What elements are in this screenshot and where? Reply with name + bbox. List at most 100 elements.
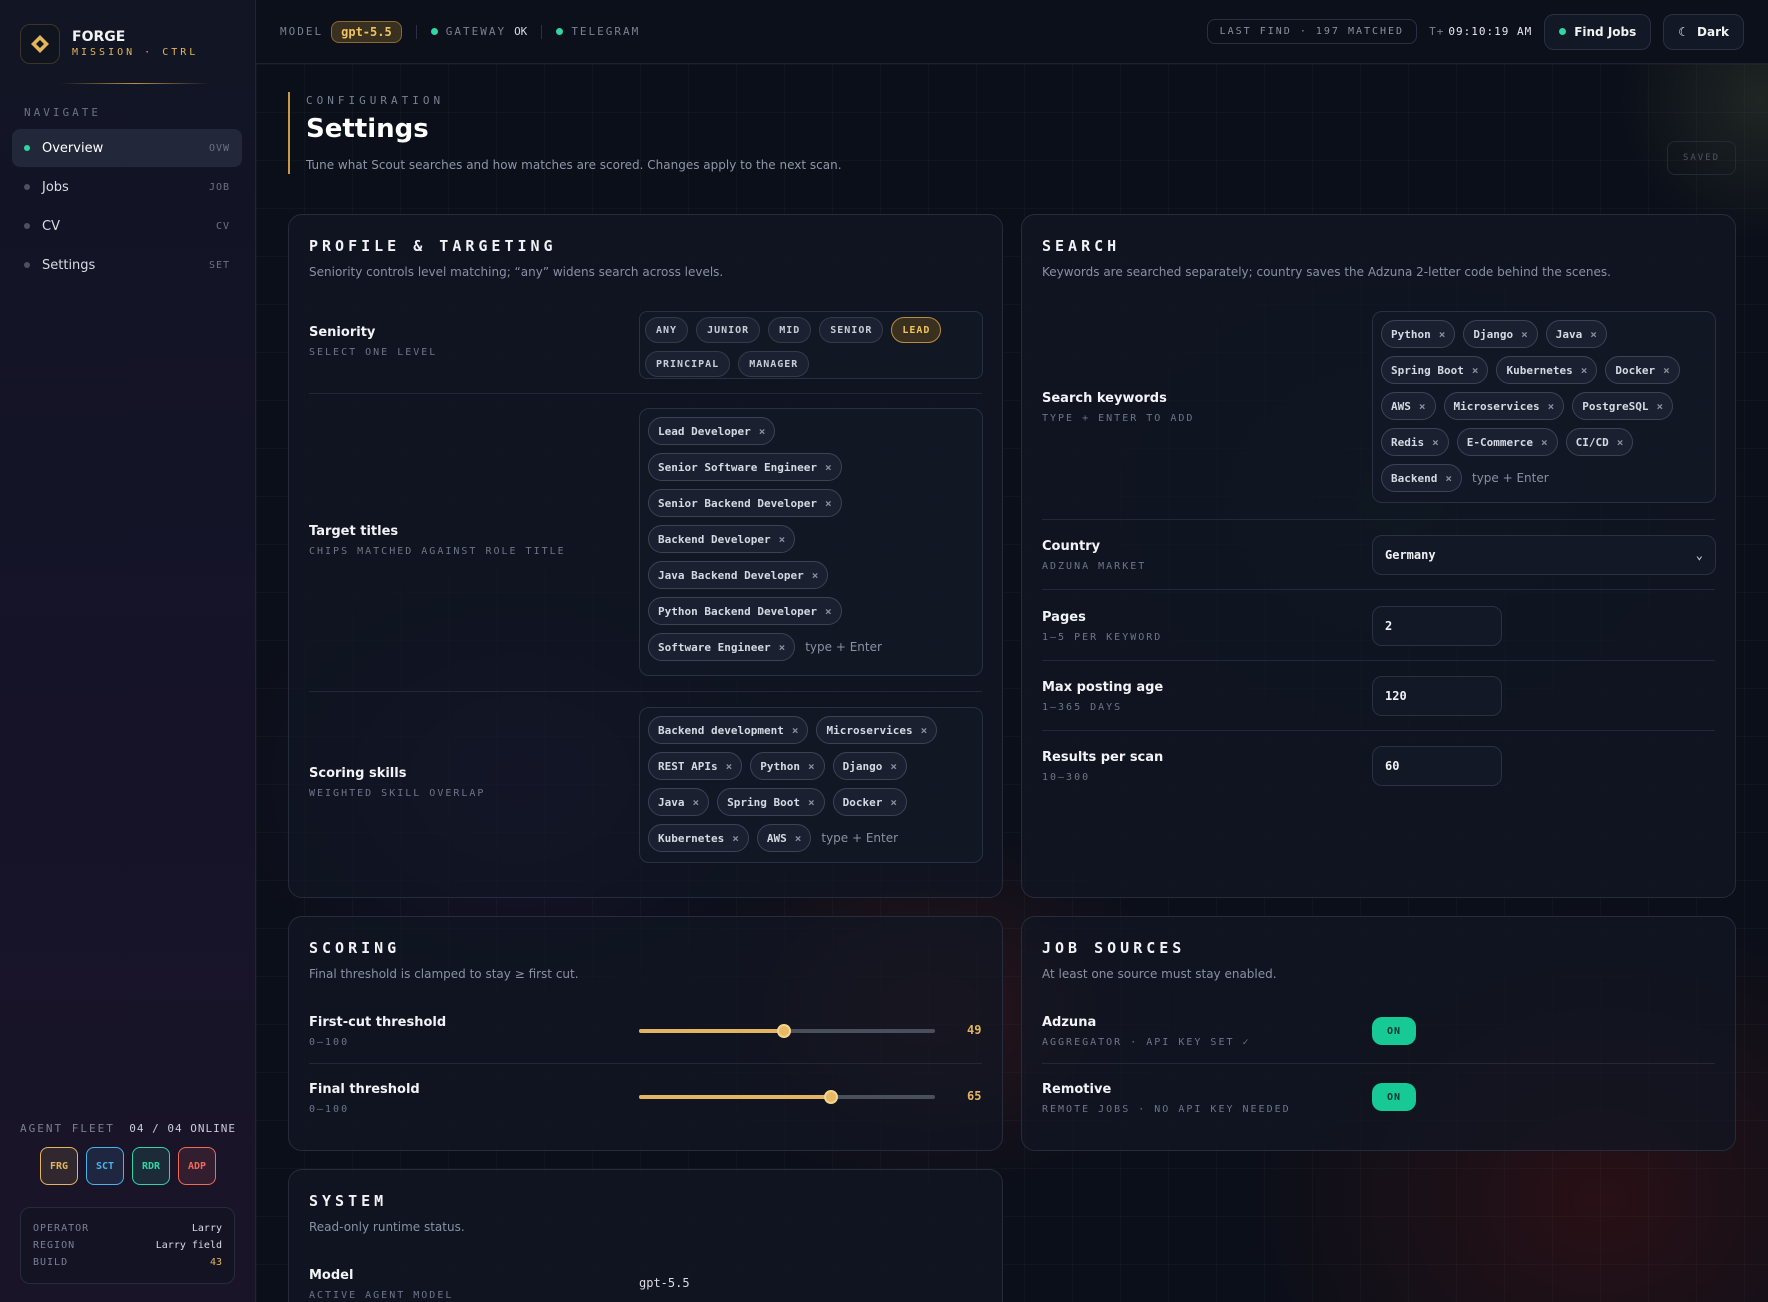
- first-cut-slider[interactable]: [639, 1021, 935, 1041]
- model-label: Model: [309, 1268, 354, 1283]
- chip[interactable]: Django ×: [832, 752, 907, 780]
- remove-x-icon[interactable]: ×: [726, 760, 733, 773]
- chip-label: Docker: [842, 795, 883, 809]
- chip[interactable]: Senior Software Engineer ×: [648, 453, 842, 481]
- agent-badge-rdr[interactable]: RDR: [132, 1147, 170, 1185]
- chip[interactable]: Docker ×: [1605, 356, 1680, 384]
- final-threshold-slider[interactable]: [639, 1087, 935, 1107]
- chip[interactable]: CI/CD ×: [1565, 428, 1634, 456]
- chip[interactable]: Backend development ×: [648, 716, 809, 744]
- remove-x-icon[interactable]: ×: [825, 605, 832, 618]
- chip[interactable]: Redis ×: [1381, 428, 1449, 456]
- chip-input[interactable]: type + Enter: [1470, 471, 1549, 485]
- remove-x-icon[interactable]: ×: [921, 724, 928, 737]
- chip[interactable]: Microservices ×: [1443, 392, 1565, 420]
- chip[interactable]: Kubernetes ×: [648, 824, 749, 852]
- chip[interactable]: Java Backend Developer ×: [648, 561, 829, 589]
- saved-status-button[interactable]: SAVED: [1667, 141, 1736, 175]
- remove-x-icon[interactable]: ×: [1590, 328, 1597, 341]
- remove-x-icon[interactable]: ×: [808, 796, 815, 809]
- chip[interactable]: Java ×: [648, 788, 710, 816]
- operator-key: OPERATOR: [33, 1223, 90, 1234]
- adzuna-toggle[interactable]: ON: [1372, 1017, 1416, 1045]
- results-per-scan-input[interactable]: 60: [1372, 746, 1502, 786]
- sidebar-item-overview[interactable]: Overview OVW: [12, 129, 242, 167]
- chip[interactable]: Python Backend Developer ×: [648, 597, 842, 625]
- remove-x-icon[interactable]: ×: [1541, 436, 1548, 449]
- chip[interactable]: AWS ×: [756, 824, 812, 852]
- remove-x-icon[interactable]: ×: [1581, 364, 1588, 377]
- remove-x-icon[interactable]: ×: [779, 641, 786, 654]
- slider-thumb[interactable]: [824, 1090, 839, 1104]
- seniority-option-lead[interactable]: LEAD: [891, 317, 942, 343]
- remove-x-icon[interactable]: ×: [732, 832, 739, 845]
- remove-x-icon[interactable]: ×: [1419, 400, 1426, 413]
- chip-label: Spring Boot: [1391, 363, 1464, 377]
- remove-x-icon[interactable]: ×: [825, 461, 832, 474]
- remove-x-icon[interactable]: ×: [1521, 328, 1528, 341]
- chip[interactable]: Spring Boot ×: [1381, 356, 1489, 384]
- remove-x-icon[interactable]: ×: [779, 533, 786, 546]
- sidebar-item-cv[interactable]: CV CV: [12, 207, 242, 245]
- brand[interactable]: FORGE MISSION · CTRL: [20, 24, 198, 64]
- model-hint: ACTIVE AGENT MODEL: [309, 1290, 454, 1301]
- model-badge[interactable]: gpt-5.5: [331, 20, 402, 43]
- brand-name: FORGE: [72, 29, 126, 45]
- remove-x-icon[interactable]: ×: [693, 796, 700, 809]
- agent-badge-adp[interactable]: ADP: [178, 1147, 216, 1185]
- chip[interactable]: Lead Developer ×: [648, 417, 776, 445]
- remove-x-icon[interactable]: ×: [1663, 364, 1670, 377]
- remotive-toggle[interactable]: ON: [1372, 1083, 1416, 1111]
- chip[interactable]: AWS ×: [1381, 392, 1436, 420]
- chip[interactable]: Kubernetes ×: [1496, 356, 1598, 384]
- seniority-option-junior[interactable]: JUNIOR: [696, 317, 761, 343]
- sidebar-item-settings[interactable]: Settings SET: [12, 246, 242, 284]
- remove-x-icon[interactable]: ×: [1472, 364, 1479, 377]
- remove-x-icon[interactable]: ×: [792, 724, 799, 737]
- chip[interactable]: Java ×: [1545, 320, 1607, 348]
- remove-x-icon[interactable]: ×: [1548, 400, 1555, 413]
- chip[interactable]: Microservices ×: [816, 716, 938, 744]
- slider-thumb[interactable]: [777, 1024, 792, 1038]
- chip-input[interactable]: type + Enter: [803, 640, 882, 654]
- remove-x-icon[interactable]: ×: [890, 796, 897, 809]
- remove-x-icon[interactable]: ×: [759, 425, 766, 438]
- remove-x-icon[interactable]: ×: [890, 760, 897, 773]
- remove-x-icon[interactable]: ×: [808, 760, 815, 773]
- seniority-option-mid[interactable]: MID: [768, 317, 812, 343]
- sidebar-item-jobs[interactable]: Jobs JOB: [12, 168, 242, 206]
- remove-x-icon[interactable]: ×: [812, 569, 819, 582]
- chip[interactable]: PostgreSQL ×: [1572, 392, 1674, 420]
- chip[interactable]: Backend ×: [1381, 464, 1462, 492]
- seniority-option-any[interactable]: ANY: [645, 317, 689, 343]
- remove-x-icon[interactable]: ×: [825, 497, 832, 510]
- chip[interactable]: Python ×: [750, 752, 825, 780]
- agent-badge-sct[interactable]: SCT: [86, 1147, 124, 1185]
- chip[interactable]: Django ×: [1463, 320, 1538, 348]
- chip-input[interactable]: type + Enter: [819, 831, 898, 845]
- remove-x-icon[interactable]: ×: [1432, 436, 1439, 449]
- chip[interactable]: Docker ×: [832, 788, 907, 816]
- chip[interactable]: Senior Backend Developer ×: [648, 489, 842, 517]
- chip[interactable]: REST APIs ×: [648, 752, 743, 780]
- max-posting-age-input[interactable]: 120: [1372, 676, 1502, 716]
- pages-input[interactable]: 2: [1372, 606, 1502, 646]
- remove-x-icon[interactable]: ×: [1656, 400, 1663, 413]
- find-jobs-button[interactable]: Find Jobs: [1544, 13, 1652, 50]
- remove-x-icon[interactable]: ×: [795, 832, 802, 845]
- chip[interactable]: Python ×: [1381, 320, 1456, 348]
- seniority-option-senior[interactable]: SENIOR: [819, 317, 884, 343]
- chip[interactable]: E-Commerce ×: [1456, 428, 1558, 456]
- seniority-option-principal[interactable]: PRINCIPAL: [645, 351, 731, 377]
- remove-x-icon[interactable]: ×: [1439, 328, 1446, 341]
- chip[interactable]: Spring Boot ×: [717, 788, 825, 816]
- country-select[interactable]: Germany ⌄: [1372, 535, 1716, 575]
- theme-toggle-button[interactable]: ☾ Dark: [1663, 13, 1744, 50]
- adzuna-label: Adzuna: [1042, 1015, 1097, 1030]
- seniority-option-manager[interactable]: MANAGER: [738, 351, 810, 377]
- chip[interactable]: Software Engineer ×: [648, 633, 796, 661]
- agent-badge-frg[interactable]: FRG: [40, 1147, 78, 1185]
- chip[interactable]: Backend Developer ×: [648, 525, 796, 553]
- remove-x-icon[interactable]: ×: [1617, 436, 1624, 449]
- remove-x-icon[interactable]: ×: [1445, 472, 1452, 485]
